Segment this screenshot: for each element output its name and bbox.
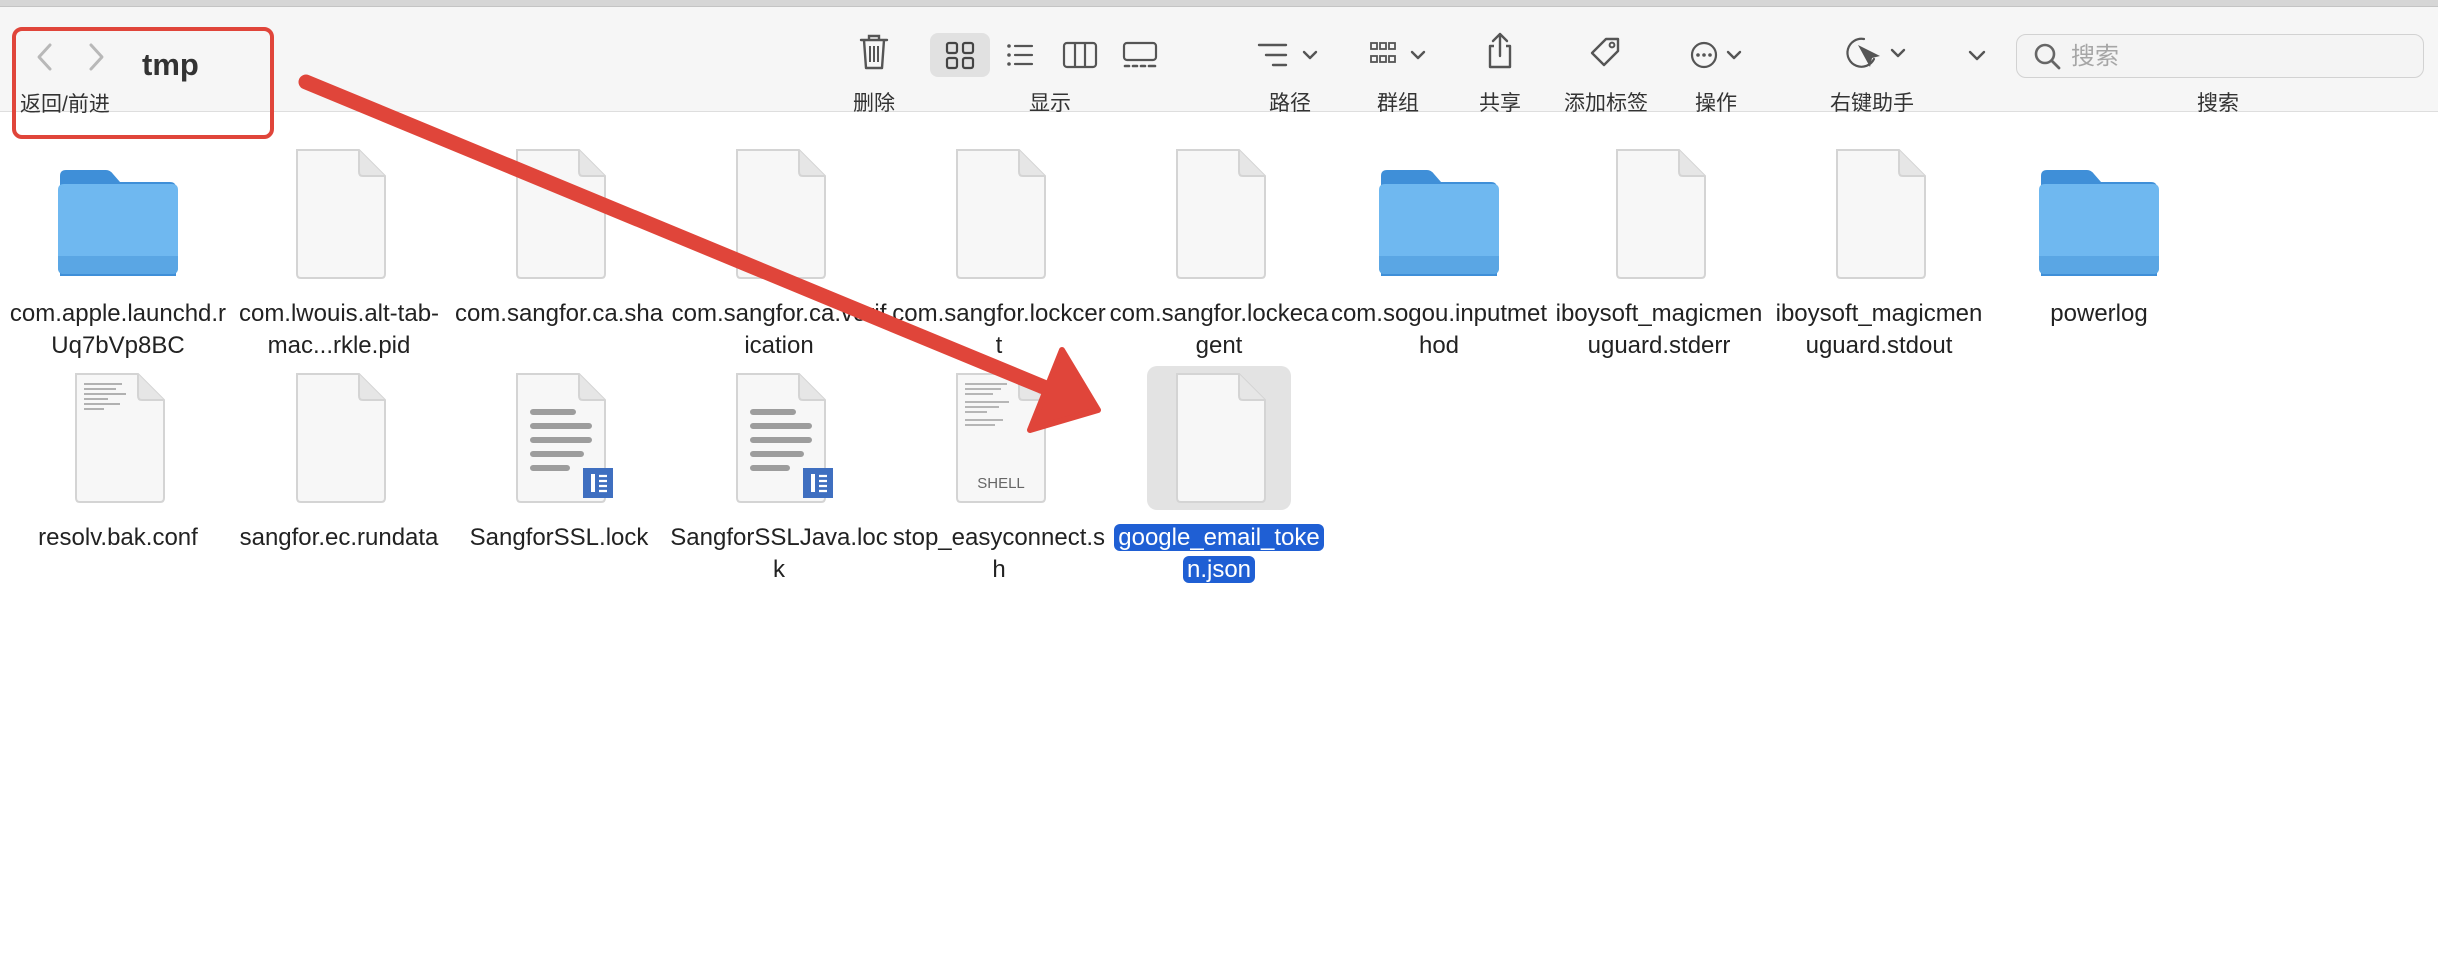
file-name: com.apple.launchd.rUq7bVp8BC (8, 298, 228, 362)
folder-icon (1989, 146, 2209, 286)
file-name-text: SangforSSL.lock (469, 524, 649, 551)
add-tag-button[interactable] (1586, 31, 1626, 75)
file-name: SangforSSL.lock (449, 522, 669, 554)
view-mode-selector (930, 33, 1170, 77)
file-name: powerlog (1989, 298, 2209, 330)
window-top-border (0, 0, 2438, 7)
file-name: SangforSSLJava.lock (669, 522, 889, 586)
column-view-button[interactable] (1050, 33, 1110, 77)
file-name-text: iboysoft_magicmenuguard.stdout (1775, 300, 1983, 359)
file-name-text: iboysoft_magicmenuguard.stderr (1555, 300, 1763, 359)
file-name-text: SangforSSLJava.lock (670, 524, 888, 583)
search-icon (2034, 43, 2061, 70)
trash-icon (859, 34, 889, 70)
lock-document-icon (449, 370, 669, 510)
document-icon (889, 146, 1109, 286)
file-name-text: com.sangfor.ca.verification (671, 300, 887, 359)
folder-icon (8, 146, 228, 286)
file-type-badge: SHELL (977, 475, 1025, 492)
list-view-button[interactable] (990, 33, 1050, 77)
gallery-view-button[interactable] (1110, 33, 1170, 77)
file-name-text: com.sangfor.ca.sha (454, 300, 664, 327)
chevron-down-icon (1968, 50, 1986, 61)
document-icon (229, 370, 449, 510)
action-button[interactable] (1686, 33, 1752, 77)
file-name: sangfor.ec.rundata (229, 522, 449, 554)
file-name-text: google_email_token.json (1114, 524, 1324, 583)
shell-script-icon: SHELL (889, 370, 1109, 510)
grid-icon (945, 41, 975, 70)
file-name-text: com.apple.launchd.rUq7bVp8BC (9, 300, 227, 359)
ellipsis-circle-icon (1690, 41, 1742, 69)
share-icon (1488, 32, 1512, 69)
document-icon (1549, 146, 1769, 286)
path-icon (1257, 43, 1318, 67)
group-button[interactable] (1368, 33, 1438, 77)
right-click-helper-button[interactable] (1840, 31, 1910, 75)
list-icon (1007, 44, 1034, 66)
document-icon (1769, 146, 1989, 286)
folder-icon (1329, 146, 1549, 286)
document-icon (229, 146, 449, 286)
file-name-text: com.sangfor.lockecagent (1109, 300, 1329, 359)
columns-icon (1062, 41, 1098, 69)
document-icon (1109, 370, 1329, 510)
file-name: com.lwouis.alt-tab-mac...rkle.pid (229, 298, 449, 362)
file-name: com.sangfor.lockecagent (1109, 298, 1329, 362)
tag-icon (1590, 37, 1620, 67)
lock-document-icon (669, 370, 889, 510)
file-name-text: sangfor.ec.rundata (239, 524, 439, 551)
share-button[interactable] (1482, 29, 1518, 73)
file-name-text: com.lwouis.alt-tab-mac...rkle.pid (238, 300, 440, 359)
file-name-text: powerlog (2050, 300, 2148, 327)
file-name-text: stop_easyconnect.sh (892, 524, 1106, 583)
group-icon (1370, 42, 1426, 63)
document-icon (1109, 146, 1329, 286)
cursor-click-icon (1846, 37, 1906, 68)
document-icon (669, 146, 889, 286)
file-name: com.sangfor.lockcert (889, 298, 1109, 362)
file-name: iboysoft_magicmenuguard.stdout (1769, 298, 1989, 362)
document-icon (449, 146, 669, 286)
file-grid: com.apple.launchd.rUq7bVp8BC com.lwouis.a… (0, 112, 2438, 966)
file-name: iboysoft_magicmenuguard.stderr (1549, 298, 1769, 362)
chevron-down-icon (1890, 48, 1906, 58)
text-document-icon (8, 370, 228, 510)
icon-view-button[interactable] (930, 33, 990, 77)
search-field[interactable] (2016, 34, 2424, 78)
chevron-down-icon (1302, 50, 1318, 60)
file-name: com.sogou.inputmethod (1329, 298, 1549, 362)
file-name: resolv.bak.conf (8, 522, 228, 554)
file-name: com.sangfor.ca.sha (449, 298, 669, 330)
toolbar-overflow-button[interactable] (1962, 33, 1992, 77)
file-name: stop_easyconnect.sh (889, 522, 1109, 586)
finder-toolbar: tmp 返回/前进 删除 显示 路径 群组 共享 添加标签 操作 右键助手 搜索… (0, 7, 2438, 139)
file-name-text: com.sangfor.lockcert (892, 300, 1106, 359)
chevron-down-icon (1410, 50, 1426, 60)
search-input[interactable] (2069, 41, 2413, 73)
file-name-text: com.sogou.inputmethod (1330, 300, 1548, 359)
file-name: google_email_token.json (1109, 522, 1329, 586)
path-button[interactable] (1256, 33, 1326, 77)
gallery-icon (1122, 41, 1158, 68)
file-name-text: resolv.bak.conf (38, 524, 198, 551)
file-name: com.sangfor.ca.verification (669, 298, 889, 362)
chevron-down-icon (1726, 50, 1742, 60)
delete-button[interactable] (856, 31, 892, 73)
